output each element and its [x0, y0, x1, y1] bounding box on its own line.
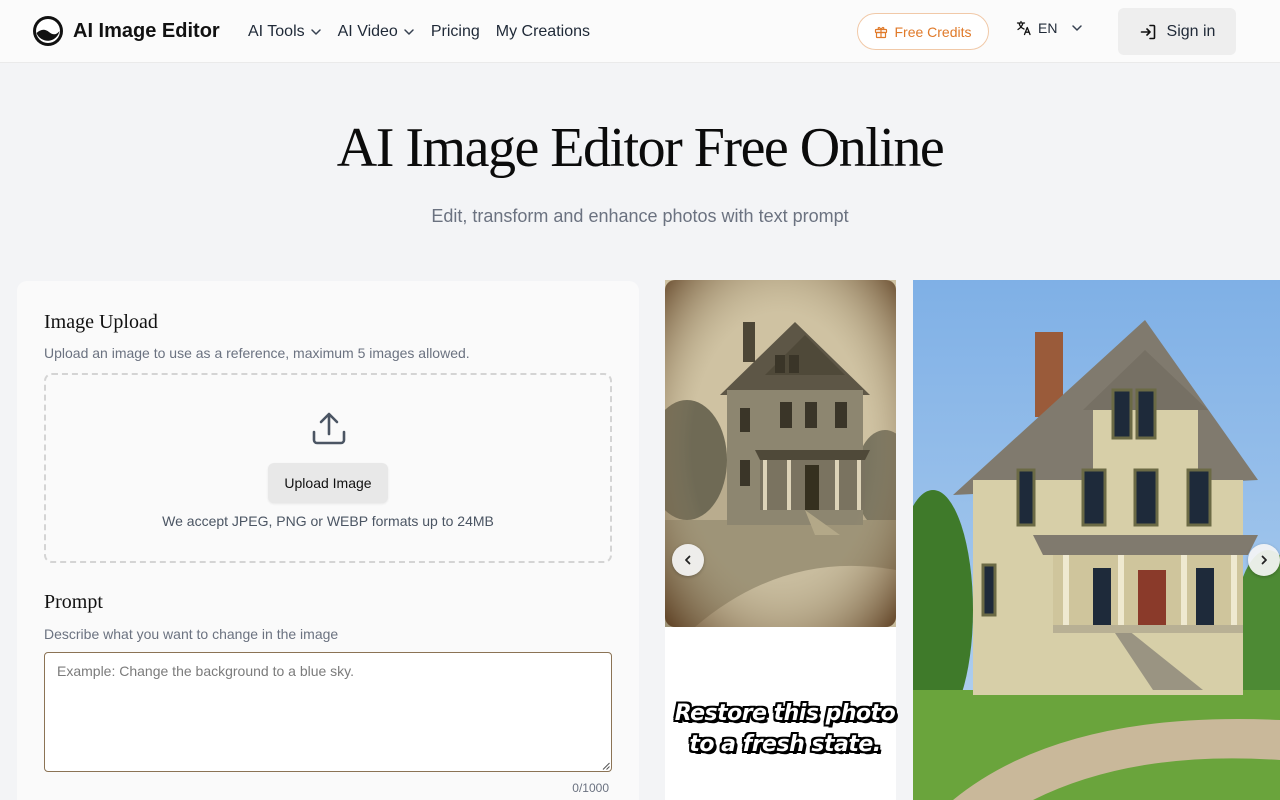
chevron-down-icon — [1072, 25, 1083, 31]
main-nav: AI Tools AI Video Pricing My Creations — [248, 0, 590, 63]
page-title: AI Image Editor Free Online — [336, 117, 945, 179]
language-selector[interactable]: EN — [1016, 20, 1083, 36]
chevron-down-icon — [404, 28, 414, 35]
nav-pricing-label: Pricing — [430, 22, 480, 40]
chevron-left-icon — [685, 555, 691, 565]
free-credits-label: Free Credits — [894, 23, 972, 40]
page-subtitle: Edit, transform and enhance photos with … — [431, 206, 849, 226]
caption-line-2: to a fresh state. — [689, 732, 881, 757]
nav-ai-tools[interactable]: AI Tools — [248, 23, 322, 41]
nav-ai-video-label: AI Video — [337, 22, 398, 40]
sign-in-label: Sign in — [1166, 22, 1216, 40]
vintage-house-photo — [665, 280, 896, 627]
nav-ai-tools-label: AI Tools — [248, 22, 305, 40]
nav-my-creations-label: My Creations — [495, 22, 590, 40]
chevron-right-icon — [1261, 555, 1267, 565]
upload-icon — [312, 412, 346, 445]
prompt-title: Prompt — [44, 591, 103, 613]
carousel-prev-button[interactable] — [672, 544, 704, 576]
chevron-down-icon — [310, 28, 321, 35]
nav-ai-video[interactable]: AI Video — [338, 23, 415, 41]
character-counter: 0/1000 — [572, 781, 609, 795]
logo-icon — [33, 16, 63, 46]
image-upload-title: Image Upload — [44, 311, 158, 333]
free-credits-button[interactable]: Free Credits — [857, 13, 989, 50]
sign-in-button[interactable]: Sign in — [1118, 8, 1236, 55]
prompt-description: Describe what you want to change in the … — [44, 626, 339, 642]
image-upload-description: Upload an image to use as a reference, m… — [44, 345, 470, 361]
translate-icon — [1016, 20, 1031, 36]
nav-pricing[interactable]: Pricing — [431, 23, 480, 41]
brand-logo[interactable]: AI Image Editor — [32, 15, 220, 47]
resize-grip-icon[interactable] — [602, 762, 610, 770]
language-label: EN — [1038, 20, 1058, 36]
showcase-caption: Restore this photo to a fresh state. — [665, 698, 905, 760]
nav-my-creations[interactable]: My Creations — [496, 23, 590, 41]
caption-line-1: Restore this photo — [674, 701, 896, 726]
example-showcase: Restore this photo to a fresh state. — [665, 280, 1280, 800]
brand-name: AI Image Editor — [73, 19, 220, 42]
top-header: AI Image Editor AI Tools AI Video Pricin… — [0, 0, 1280, 63]
carousel-next-button[interactable] — [1248, 544, 1280, 576]
upload-image-button[interactable]: Upload Image — [268, 463, 388, 503]
restored-house-photo — [913, 280, 1280, 800]
prompt-textarea[interactable] — [44, 652, 612, 772]
accepted-formats-note: We accept JPEG, PNG or WEBP formats up t… — [162, 513, 494, 529]
editor-panel: Image Upload Upload an image to use as a… — [17, 281, 639, 800]
before-card: Restore this photo to a fresh state. — [665, 280, 896, 800]
gift-icon — [875, 26, 888, 38]
login-icon — [1140, 24, 1155, 39]
image-dropzone[interactable]: Upload Image We accept JPEG, PNG or WEBP… — [44, 373, 612, 563]
